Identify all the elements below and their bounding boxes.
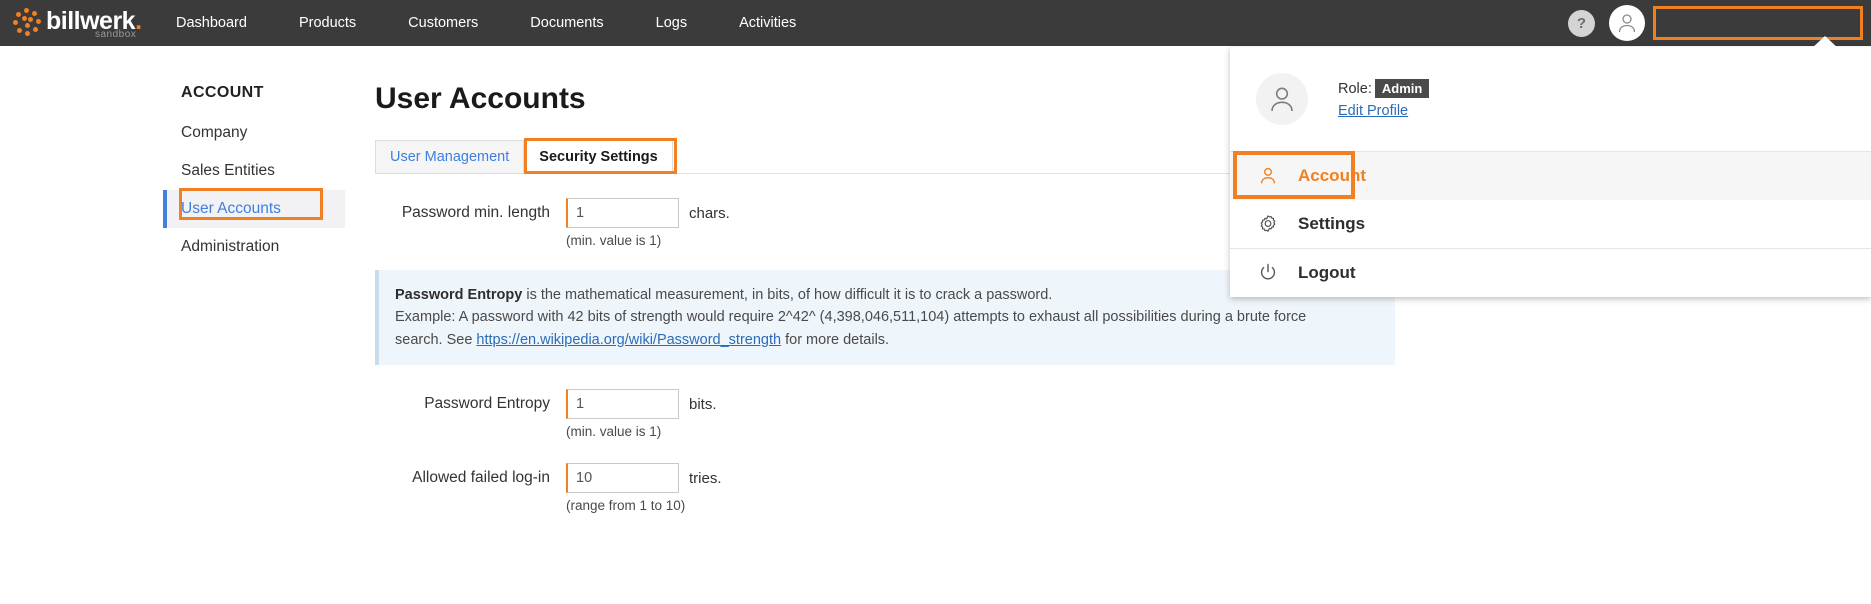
role-line: Role: Admin [1338, 78, 1430, 98]
menu-item-settings-label: Settings [1298, 214, 1366, 233]
power-icon [1254, 262, 1282, 284]
avatar[interactable] [1609, 5, 1645, 41]
user-dropdown-menu: Role: Admin Edit Profile Account Settings [1230, 47, 1871, 297]
user-icon [1254, 165, 1282, 187]
dropdown-caret-icon [1811, 36, 1839, 49]
top-nav-items: Dashboard Products Customers Documents L… [150, 0, 822, 46]
top-navigation-bar: billwerk. sandbox Dashboard Products Cus… [0, 0, 1871, 46]
password-entropy-input[interactable] [566, 389, 679, 420]
nav-item-customers[interactable]: Customers [382, 0, 504, 46]
menu-item-account[interactable]: Account [1230, 152, 1871, 200]
password-entropy-label: Password Entropy [424, 395, 550, 413]
nav-item-activities[interactable]: Activities [713, 0, 822, 46]
password-entropy-hint: (min. value is 1) [566, 424, 662, 440]
info-line-3-suffix: for more details. [781, 331, 890, 348]
nav-item-logs[interactable]: Logs [630, 0, 713, 46]
user-name-field[interactable] [1653, 6, 1863, 40]
billwerk-dots-logo-icon [12, 8, 42, 38]
sidebar-item-sales-entities[interactable]: Sales Entities [163, 152, 345, 190]
field-row-allowed-failed-login: Allowed failed log-in tries. [375, 463, 1405, 494]
menu-item-settings[interactable]: Settings [1230, 200, 1871, 248]
brand-environment-label: sandbox [95, 29, 137, 40]
role-label: Role: [1338, 80, 1372, 97]
allowed-failed-login-input[interactable] [566, 463, 679, 494]
user-icon [1271, 87, 1293, 112]
menu-item-logout-label: Logout [1298, 263, 1356, 282]
allowed-failed-login-label: Allowed failed log-in [412, 469, 550, 487]
tab-security-settings[interactable]: Security Settings [524, 140, 673, 174]
sidebar-section-title: ACCOUNT [181, 84, 264, 101]
nav-item-documents[interactable]: Documents [504, 0, 629, 46]
account-sidebar: ACCOUNT Company Sales Entities User Acco… [163, 70, 345, 266]
dropdown-profile-section: Role: Admin Edit Profile [1230, 47, 1871, 151]
nav-item-products[interactable]: Products [273, 0, 382, 46]
help-icon[interactable]: ? [1568, 9, 1595, 37]
password-entropy-suffix: bits. [689, 395, 717, 413]
info-line-3-prefix: search. See [395, 331, 477, 348]
sidebar-item-company[interactable]: Company [163, 114, 345, 152]
dropdown-profile-info: Role: Admin Edit Profile [1338, 78, 1430, 120]
menu-item-logout[interactable]: Logout [1230, 249, 1871, 297]
sidebar-item-administration[interactable]: Administration [163, 228, 345, 266]
sidebar-item-user-accounts[interactable]: User Accounts [163, 190, 345, 228]
password-min-length-label: Password min. length [401, 204, 550, 221]
field-row-password-entropy: Password Entropy bits. [375, 389, 1405, 420]
edit-profile-link[interactable]: Edit Profile [1338, 103, 1408, 119]
user-icon [1618, 14, 1636, 33]
nav-item-dashboard[interactable]: Dashboard [150, 0, 273, 46]
brand-logo[interactable]: billwerk. sandbox [0, 0, 150, 46]
password-min-length-suffix: chars. [689, 204, 730, 222]
gear-icon [1254, 213, 1282, 235]
status-badge: Admin [1374, 78, 1430, 98]
password-strength-link[interactable]: https://en.wikipedia.org/wiki/Password_s… [476, 332, 781, 348]
tab-user-management[interactable]: User Management [375, 140, 525, 174]
info-line-2: Example: A password with 42 bits of stre… [395, 309, 1307, 326]
info-line-3: search. See https://en.wikipedia.org/wik… [395, 329, 1377, 351]
allowed-failed-login-hint: (range from 1 to 10) [566, 498, 686, 514]
password-min-length-input[interactable] [566, 198, 679, 228]
allowed-failed-login-suffix: tries. [689, 469, 722, 487]
menu-item-account-label: Account [1298, 166, 1366, 185]
info-line-1-rest: is the mathematical measurement, in bits… [522, 287, 1053, 303]
dropdown-avatar [1256, 73, 1308, 125]
info-term: Password Entropy [395, 287, 523, 303]
